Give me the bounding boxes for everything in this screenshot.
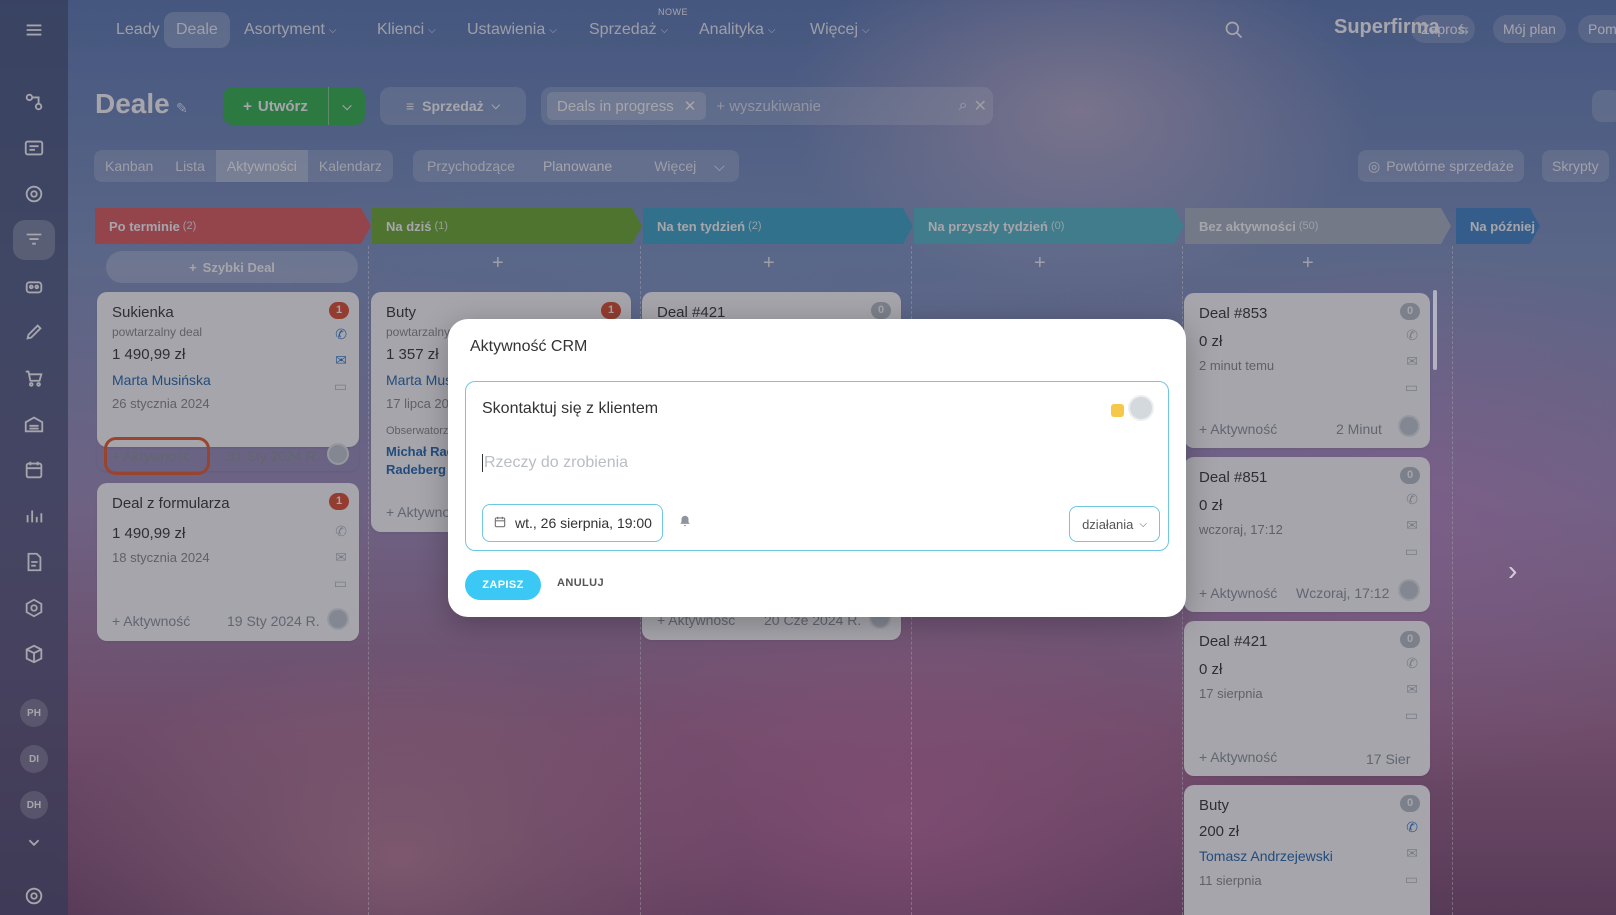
description-input[interactable]: Rzeczy do zrobienia (482, 454, 628, 472)
cancel-button[interactable]: ANULUJ (557, 577, 604, 589)
avatar[interactable] (1128, 395, 1154, 421)
calendar-icon (493, 515, 507, 532)
subject-input[interactable]: Skontaktuj się z klientem (482, 400, 658, 418)
dialog-title: Aktywność CRM (470, 338, 588, 355)
save-button[interactable]: ZAPISZ (465, 570, 541, 600)
actions-dropdown[interactable]: działania ⌵ (1069, 506, 1160, 542)
activity-editor: Skontaktuj się z klientem Rzeczy do zrob… (465, 381, 1169, 551)
chevron-right-icon[interactable]: › (1508, 555, 1517, 587)
deadline-picker[interactable]: wt., 26 sierpnia, 19:00 (482, 504, 663, 542)
color-flag-icon[interactable] (1111, 404, 1124, 417)
scrollbar[interactable] (1433, 290, 1437, 370)
bell-icon[interactable] (678, 514, 692, 531)
crm-activity-dialog: Aktywność CRM Skontaktuj się z klientem … (448, 319, 1186, 617)
chevron-down-icon: ⌵ (1139, 518, 1147, 530)
